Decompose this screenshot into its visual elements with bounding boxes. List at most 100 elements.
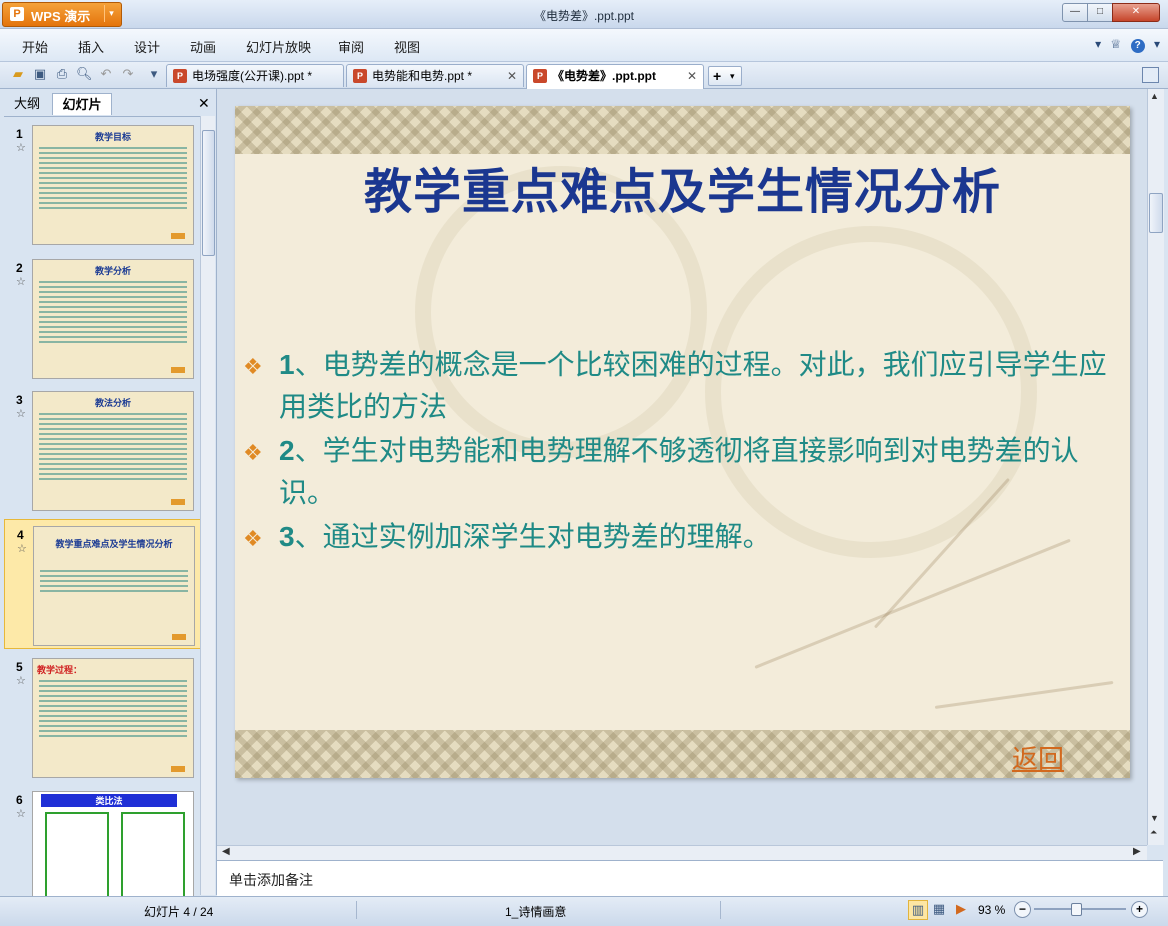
skin-icon[interactable]: ♕ (1111, 37, 1122, 51)
doc-tab-label: 电场强度(公开课).ppt * (192, 69, 313, 83)
scrollbar-thumb[interactable] (202, 130, 215, 256)
zoom-out-button[interactable]: − (1014, 901, 1031, 918)
vertical-scrollbar[interactable]: ▲ ▼ ⏶ (1147, 89, 1164, 845)
doc-tab-electric-field[interactable]: P 电场强度(公开课).ppt * (166, 64, 344, 87)
menu-slideshow[interactable]: 幻灯片放映 (246, 37, 311, 56)
new-tab-button[interactable]: + ▾ (708, 66, 742, 86)
slide-thumbnail[interactable]: 3 ☆ 教法分析 (4, 385, 200, 513)
close-icon[interactable]: ✕ (198, 95, 210, 112)
diamond-bullet-icon: ❖ (243, 440, 263, 465)
slide-number: 3 (16, 393, 23, 407)
slide-number: 5 (16, 660, 23, 674)
thumbnail-image: 教学分析 (32, 259, 194, 379)
doc-tab-potential-energy[interactable]: P 电势能和电势.ppt * ✕ (346, 64, 524, 87)
slide-thumbnail[interactable]: 1 ☆ 教学目标 (4, 119, 200, 247)
tab-slides[interactable]: 幻灯片 (52, 93, 112, 115)
slide-number: 4 (17, 528, 24, 542)
toolbar-dropdown-icon[interactable]: ▾ (146, 66, 162, 82)
menu-design[interactable]: 设计 (134, 37, 160, 56)
notes-pane[interactable]: 单击添加备注 (217, 860, 1163, 896)
slide-position-status: 幻灯片 4 / 24 (144, 905, 214, 919)
bullet-item: ❖ 3、通过实例加深学生对电势差的理解。 (243, 516, 1113, 558)
notes-placeholder[interactable]: 单击添加备注 (229, 870, 313, 890)
transition-star-icon: ☆ (16, 408, 26, 420)
print-preview-icon[interactable]: 🔍︎ (76, 66, 93, 82)
transition-star-icon: ☆ (16, 142, 26, 154)
menu-insert[interactable]: 插入 (78, 37, 104, 56)
zoom-in-button[interactable]: + (1131, 901, 1148, 918)
slide-number: 2 (16, 261, 23, 275)
help-icon[interactable]: ? (1130, 39, 1145, 53)
scroll-right-icon[interactable]: ▶ (1133, 846, 1141, 857)
slide-thumbnail[interactable]: 6 ☆ 类比法 (4, 785, 200, 896)
print-icon[interactable]: ⎙ (54, 66, 70, 82)
decorative-border-bottom (235, 730, 1130, 778)
slideshow-icon[interactable]: ▶ (952, 900, 970, 918)
maximize-button[interactable]: □ (1087, 3, 1113, 22)
scroll-left-icon[interactable]: ◀ (222, 846, 230, 857)
zoom-percent[interactable]: 93 % (978, 903, 1005, 917)
chevron-down-icon[interactable]: ▾ (730, 67, 735, 85)
scroll-down-icon[interactable]: ▼ (1150, 813, 1159, 823)
zoom-slider-handle[interactable] (1071, 903, 1083, 916)
menu-view[interactable]: 视图 (394, 37, 420, 56)
ppt-file-icon: P (533, 69, 547, 83)
ppt-file-icon: P (353, 69, 367, 83)
thumbnail-title: 教法分析 (94, 398, 131, 408)
chevron-down-icon[interactable]: ▾ (1154, 37, 1160, 51)
redo-icon[interactable]: ↷ (120, 66, 136, 82)
layout-toggle-icon[interactable] (1142, 67, 1159, 83)
thumbnail-image: 教学目标 (32, 125, 194, 245)
thumbnail-image: 教学过程： (32, 658, 194, 778)
prev-slide-icon[interactable]: ⏶ (1150, 827, 1157, 838)
thumbnail-image: 教学重点难点及学生情况分析 (33, 526, 195, 646)
open-folder-icon[interactable]: ▰ (10, 66, 26, 82)
bullet-item: ❖ 2、学生对电势能和电势理解不够透彻将直接影响到对电势差的认识。 (243, 430, 1113, 514)
slide-thumbnail[interactable]: 5 ☆ 教学过程： (4, 652, 200, 780)
transition-star-icon: ☆ (16, 276, 26, 288)
ppt-file-icon: P (173, 69, 187, 83)
theme-name-status[interactable]: 1_诗情画意 (505, 903, 566, 920)
slide-thumbnail-selected[interactable]: 4 ☆ 教学重点难点及学生情况分析 (4, 519, 200, 649)
normal-view-icon[interactable]: ▥ (908, 900, 928, 920)
bullet-text: 、通过实例加深学生对电势差的理解。 (294, 521, 771, 552)
scrollbar-thumb[interactable] (1149, 193, 1163, 233)
thumbnail-title: 教学目标 (94, 132, 131, 142)
close-button[interactable]: ✕ (1112, 3, 1160, 22)
current-slide[interactable]: 教学重点难点及学生情况分析 ❖ 1、电势差的概念是一个比较困难的过程。对此，我们应… (235, 106, 1130, 778)
window-title: 《电势差》.ppt.ppt (533, 9, 635, 23)
slide-number: 6 (16, 793, 23, 807)
undo-icon[interactable]: ↶ (98, 66, 114, 82)
doc-tab-potential-difference[interactable]: P 《电势差》.ppt.ppt ✕ (526, 64, 704, 89)
minimize-button[interactable]: — (1062, 3, 1088, 22)
bullet-item: ❖ 1、电势差的概念是一个比较困难的过程。对此，我们应引导学生应用类比的方法 (243, 344, 1113, 428)
plus-icon: + (713, 68, 722, 84)
diamond-bullet-icon: ❖ (243, 354, 263, 379)
tab-outline[interactable]: 大纲 (4, 93, 50, 114)
close-icon[interactable]: ✕ (507, 65, 517, 87)
menu-home[interactable]: 开始 (22, 37, 48, 56)
slide-bullet-list[interactable]: ❖ 1、电势差的概念是一个比较困难的过程。对此，我们应引导学生应用类比的方法 ❖ 2… (243, 344, 1113, 560)
slide-thumbnail-list: 1 ☆ 教学目标 2 ☆ 教学分析 3 ☆ 教法分析 4 ☆ 教学重点难点及学生… (4, 116, 200, 896)
chevron-down-icon[interactable]: ▾ (1095, 37, 1101, 51)
scroll-up-icon[interactable]: ▲ (1150, 91, 1159, 101)
transition-star-icon: ☆ (16, 675, 26, 687)
menu-right-tools: ▾ ♕ ? ▾ (1089, 37, 1160, 53)
status-bar: 幻灯片 4 / 24 1_诗情画意 ▥ ▦ ▶ 93 % − + (0, 896, 1168, 926)
save-icon[interactable]: ▣ (32, 66, 48, 82)
close-icon[interactable]: ✕ (687, 65, 697, 87)
slide-title[interactable]: 教学重点难点及学生情况分析 (235, 152, 1130, 222)
transition-star-icon: ☆ (17, 543, 27, 555)
menu-review[interactable]: 审阅 (338, 37, 364, 56)
thumbnail-scrollbar[interactable] (200, 116, 215, 895)
slide-thumbnail[interactable]: 2 ☆ 教学分析 (4, 253, 200, 381)
title-bar: P WPS 演示 ▾ 《电势差》.ppt.ppt — □ ✕ (0, 0, 1168, 29)
thumbnail-title: 类比法 (41, 794, 177, 807)
thumbnail-title: 教学过程： (37, 665, 83, 675)
menu-animation[interactable]: 动画 (190, 37, 216, 56)
slide-sorter-icon[interactable]: ▦ (930, 900, 948, 918)
bullet-text: 、电势差的概念是一个比较困难的过程。对此，我们应引导学生应用类比的方法 (279, 349, 1107, 422)
ribbon-menu-bar: 开始 插入 设计 动画 幻灯片放映 审阅 视图 ▾ ♕ ? ▾ (0, 29, 1168, 62)
horizontal-scrollbar[interactable]: ◀ ▶ (217, 845, 1147, 860)
return-link[interactable]: 返回 (1012, 739, 1064, 776)
